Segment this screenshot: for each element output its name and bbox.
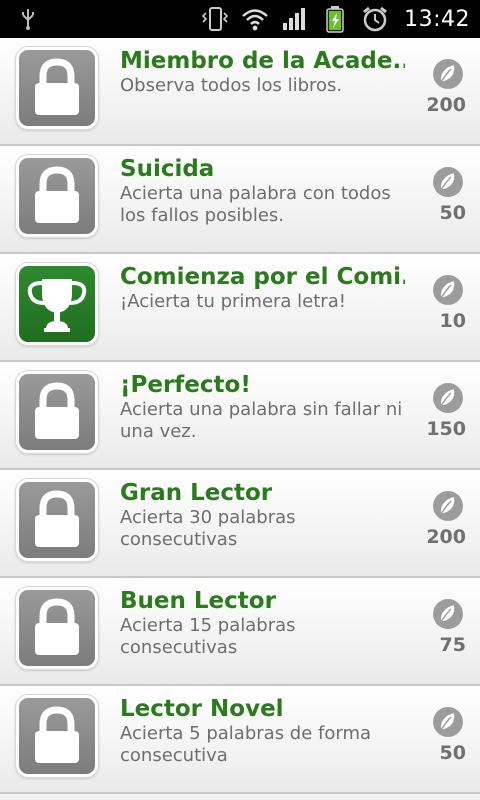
signal-icon	[283, 8, 306, 30]
achievement-points: 50	[439, 202, 466, 224]
lock-icon	[35, 706, 79, 763]
achievement-description: Acierta 30 palabras consecutivas	[120, 507, 296, 550]
lock-icon	[35, 166, 79, 223]
lock-icon	[35, 58, 79, 115]
list-item[interactable]: ¡Perfecto! Acierta una palabra sin falla…	[0, 362, 480, 470]
achievement-points: 200	[426, 94, 466, 116]
leaf-points-icon	[433, 59, 463, 89]
list-item[interactable]: Buen Lector Acierta 15 palabras consecut…	[0, 578, 480, 686]
achievement-title: ¡Perfecto!	[120, 372, 251, 398]
usb-icon	[22, 9, 34, 30]
list-item[interactable]: Comienza por el Comi... ¡Acierta tu prim…	[0, 254, 480, 362]
achievement-points: 50	[439, 742, 466, 764]
list-item[interactable]: Gran Lector Acierta 30 palabras consecut…	[0, 470, 480, 578]
list-item[interactable]: Miembro de la Acade... Observa todos los…	[0, 38, 480, 146]
leaf-points-icon	[433, 275, 463, 305]
list-item[interactable]: Lector Novel Acierta 5 palabras de forma…	[0, 686, 480, 794]
achievement-title: Buen Lector	[120, 588, 276, 614]
trophy-icon	[27, 279, 87, 332]
achievement-badge	[16, 47, 98, 129]
achievement-title: Suicida	[120, 156, 215, 182]
achievement-description: Acierta una palabra con todos los fallos…	[120, 183, 391, 226]
achievement-description: Acierta 5 palabras de forma consecutiva	[120, 723, 372, 766]
leaf-points-icon	[433, 491, 463, 521]
achievement-description: Observa todos los libros.	[120, 75, 343, 96]
achievement-title: Miembro de la Acade...	[120, 48, 405, 74]
achievement-points: 150	[426, 418, 466, 440]
leaf-points-icon	[433, 707, 463, 737]
achievement-description: Acierta 15 palabras consecutivas	[120, 615, 296, 658]
achievement-list[interactable]: Miembro de la Acade... Observa todos los…	[0, 38, 480, 800]
achievement-badge	[16, 371, 98, 453]
achievement-description: ¡Acierta tu primera letra!	[120, 291, 346, 312]
achievement-points: 10	[439, 310, 466, 332]
leaf-points-icon	[433, 167, 463, 197]
battery-charging-icon	[326, 6, 344, 33]
achievement-description: Acierta una palabra sin fallar ni una ve…	[120, 399, 403, 442]
achievement-points: 75	[439, 634, 466, 656]
list-item[interactable]: Suicida Acierta una palabra con todos lo…	[0, 146, 480, 254]
achievement-title: Lector Novel	[120, 696, 284, 722]
vibrate-icon	[201, 7, 229, 31]
leaf-points-icon	[433, 599, 463, 629]
achievement-points: 200	[426, 526, 466, 548]
achievement-badge	[16, 695, 98, 777]
lock-icon	[35, 382, 79, 439]
achievement-title: Gran Lector	[120, 480, 273, 506]
achievement-badge	[16, 155, 98, 237]
lock-icon	[35, 490, 79, 547]
leaf-points-icon	[433, 383, 463, 413]
achievement-badge	[16, 587, 98, 669]
achievement-title: Comienza por el Comi...	[120, 264, 405, 290]
alarm-icon	[363, 6, 388, 32]
status-bar: 13:42	[0, 0, 480, 38]
achievement-badge	[16, 479, 98, 561]
wifi-icon	[242, 9, 268, 31]
lock-icon	[35, 598, 79, 655]
status-time: 13:42	[404, 6, 470, 32]
achievement-badge	[16, 263, 98, 345]
